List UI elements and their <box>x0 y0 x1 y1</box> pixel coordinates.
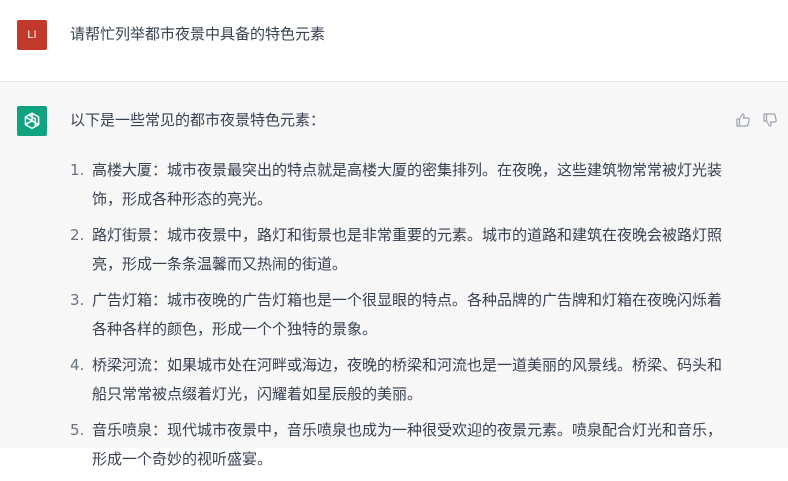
list-item-number: 3. <box>70 291 85 309</box>
list-item-text: 桥梁河流：如果城市处在河畔或海边，夜晚的桥梁和河流也是一道美丽的风景线。桥梁、码… <box>92 356 723 403</box>
list-item-text: 路灯街景：城市夜景中，路灯和街景也是非常重要的元素。城市的道路和建筑在夜晚会被路… <box>92 226 723 273</box>
thumbs-up-icon[interactable] <box>735 112 751 128</box>
user-avatar: LI <box>17 20 47 50</box>
list-item-number: 4. <box>70 356 85 374</box>
thumbs-down-icon[interactable] <box>762 112 778 128</box>
list-item: 2. 路灯街景：城市夜景中，路灯和街景也是非常重要的元素。城市的道路和建筑在夜晚… <box>70 221 730 278</box>
list-item: 5. 音乐喷泉：现代城市夜景中，音乐喷泉也成为一种很受欢迎的夜景元素。喷泉配合灯… <box>70 416 730 473</box>
list-item-number: 1. <box>70 161 85 179</box>
list-item: 1. 高楼大厦：城市夜景最突出的特点就是高楼大厦的密集排列。在夜晚，这些建筑物常… <box>70 156 730 213</box>
list-item-number: 2. <box>70 226 85 244</box>
list-item: 3. 广告灯箱：城市夜晚的广告灯箱也是一个很显眼的特点。各种品牌的广告牌和灯箱在… <box>70 286 730 343</box>
list-item-number: 5. <box>70 421 85 439</box>
user-message-text: 请帮忙列举都市夜景中具备的特色元素 <box>70 25 326 43</box>
elements-list: 1. 高楼大厦：城市夜景最突出的特点就是高楼大厦的密集排列。在夜晚，这些建筑物常… <box>70 156 730 481</box>
assistant-intro-text: 以下是一些常见的都市夜景特色元素： <box>70 111 326 129</box>
list-item-text: 音乐喷泉：现代城市夜景中，音乐喷泉也成为一种很受欢迎的夜景元素。喷泉配合灯光和音… <box>92 421 723 468</box>
list-item-text: 广告灯箱：城市夜晚的广告灯箱也是一个很显眼的特点。各种品牌的广告牌和灯箱在夜晚闪… <box>92 291 723 338</box>
assistant-message-row: 以下是一些常见的都市夜景特色元素： 1. 高楼大厦：城市夜景最突出的特点就是高楼… <box>0 82 788 468</box>
list-item-text: 高楼大厦：城市夜景最突出的特点就是高楼大厦的密集排列。在夜晚，这些建筑物常常被灯… <box>92 161 723 208</box>
assistant-avatar <box>17 106 47 136</box>
user-message-row: LI 请帮忙列举都市夜景中具备的特色元素 <box>0 0 788 82</box>
openai-logo-icon <box>24 112 40 130</box>
list-item: 4. 桥梁河流：如果城市处在河畔或海边，夜晚的桥梁和河流也是一道美丽的风景线。桥… <box>70 351 730 408</box>
